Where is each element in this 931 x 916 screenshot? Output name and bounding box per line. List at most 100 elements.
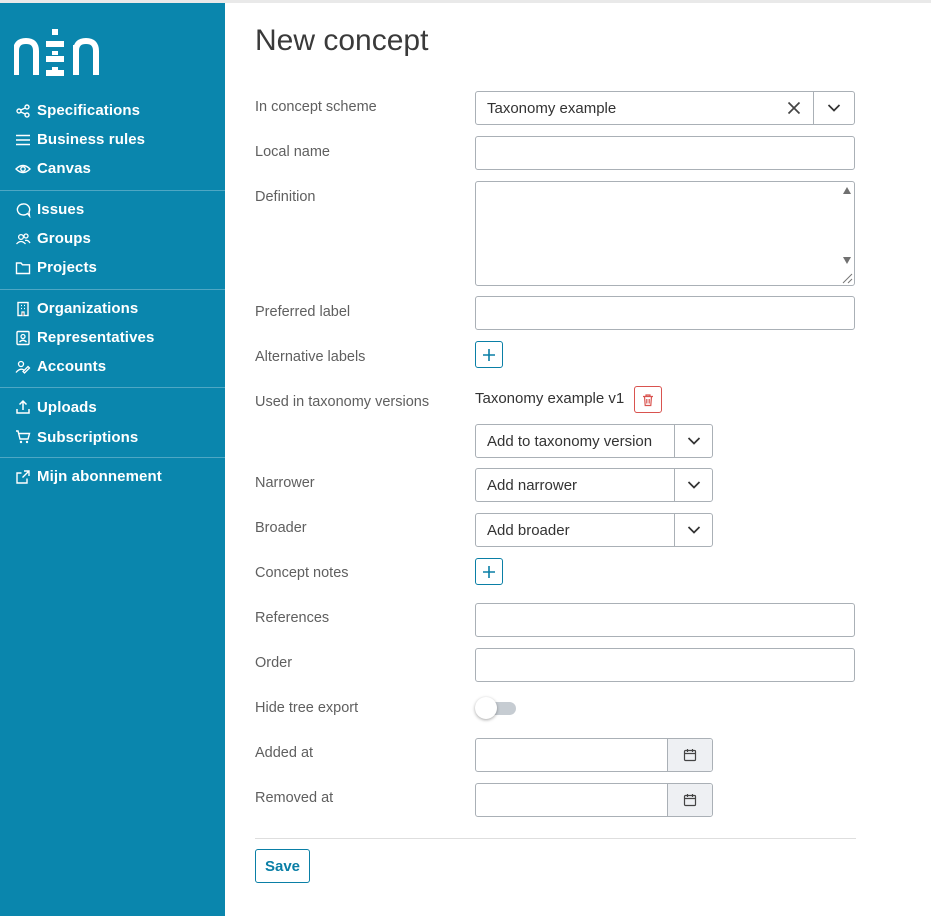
- used-in-versions-label: Used in taxonomy versions: [255, 394, 430, 410]
- clear-selection-button[interactable]: [775, 92, 813, 124]
- external-link-icon: [16, 469, 30, 484]
- added-at-label: Added at: [255, 745, 314, 761]
- removed-at-calendar-button[interactable]: [667, 784, 712, 816]
- plus-icon: [483, 565, 495, 578]
- nav-group-admin: Organizations Representatives Accounts: [0, 294, 225, 381]
- broader-label: Broader: [255, 520, 307, 536]
- removed-at-label: Removed at: [255, 790, 334, 806]
- toggle-knob: [475, 697, 497, 719]
- sidebar-item-label: Business rules: [37, 131, 146, 148]
- chevron-down-icon: [687, 481, 700, 489]
- upload-icon: [16, 399, 30, 414]
- save-button[interactable]: Save: [255, 849, 310, 883]
- preferred-label-input[interactable]: [475, 296, 855, 330]
- added-at-calendar-button[interactable]: [667, 739, 712, 771]
- local-name-input[interactable]: [475, 136, 855, 170]
- folder-icon: [15, 261, 31, 274]
- sidebar: Specifications Business rules Canvas Iss…: [0, 3, 225, 916]
- order-input[interactable]: [475, 648, 855, 682]
- chat-bubble-icon: [16, 202, 31, 218]
- taxonomy-version-item: Taxonomy example v1: [475, 390, 625, 407]
- add-narrower-placeholder: Add narrower: [487, 476, 578, 494]
- id-card-icon: [16, 330, 30, 345]
- nav-group-account: Mijn abonnement: [0, 462, 225, 491]
- scroll-up-arrow[interactable]: [843, 187, 851, 194]
- concept-notes-label: Concept notes: [255, 565, 349, 581]
- sidebar-divider: [0, 190, 225, 191]
- sidebar-item-subscriptions[interactable]: Subscriptions: [0, 422, 225, 452]
- removed-at-date-input[interactable]: [475, 783, 713, 817]
- sidebar-item-label: Organizations: [37, 300, 139, 317]
- resize-handle-icon[interactable]: [839, 270, 853, 284]
- concept-scheme-value: Taxonomy example: [487, 99, 617, 117]
- add-alternative-label-button[interactable]: [475, 341, 503, 368]
- add-broader-placeholder: Add broader: [487, 521, 570, 539]
- add-taxonomy-version-dropdown-toggle[interactable]: [675, 425, 712, 457]
- concept-scheme-select[interactable]: Taxonomy example: [475, 91, 855, 125]
- chevron-down-icon: [687, 526, 700, 534]
- sidebar-item-label: Canvas: [37, 160, 91, 177]
- hide-tree-export-label: Hide tree export: [255, 700, 359, 716]
- sidebar-item-label: Accounts: [37, 358, 107, 375]
- alternative-labels-label: Alternative labels: [255, 349, 366, 365]
- form-divider: [255, 838, 856, 839]
- add-concept-note-button[interactable]: [475, 558, 503, 585]
- trash-icon: [643, 393, 653, 406]
- scroll-down-arrow[interactable]: [843, 257, 851, 264]
- share-nodes-icon: [16, 103, 30, 118]
- chevron-down-icon: [687, 437, 700, 445]
- sidebar-item-organizations[interactable]: Organizations: [0, 294, 225, 323]
- nen-logo[interactable]: [14, 27, 104, 79]
- order-label: Order: [255, 655, 293, 671]
- nav-group-specs: Specifications Business rules Canvas: [0, 96, 225, 183]
- close-icon: [787, 101, 801, 115]
- sidebar-item-label: Uploads: [37, 398, 97, 416]
- sidebar-item-label: Groups: [37, 230, 91, 247]
- add-narrower-select[interactable]: Add narrower: [475, 468, 713, 502]
- page-title: New concept: [255, 24, 429, 57]
- add-narrower-dropdown-toggle[interactable]: [675, 469, 712, 501]
- definition-label: Definition: [255, 189, 316, 205]
- sidebar-item-label: Representatives: [37, 329, 155, 346]
- building-icon: [17, 301, 29, 316]
- user-edit-icon: [15, 360, 31, 374]
- calendar-icon: [683, 749, 697, 762]
- definition-textarea[interactable]: [475, 181, 855, 286]
- users-icon: [16, 232, 31, 244]
- sidebar-item-business-rules[interactable]: Business rules: [0, 125, 225, 154]
- concept-scheme-label: In concept scheme: [255, 99, 377, 115]
- sidebar-item-uploads[interactable]: Uploads: [0, 392, 225, 422]
- added-at-date-input[interactable]: [475, 738, 713, 772]
- hide-tree-export-toggle[interactable]: [475, 697, 517, 719]
- remove-taxonomy-version-button[interactable]: [634, 386, 662, 413]
- concept-scheme-dropdown-toggle[interactable]: [814, 92, 854, 124]
- narrower-label: Narrower: [255, 475, 315, 491]
- add-broader-dropdown-toggle[interactable]: [675, 514, 712, 546]
- list-icon: [16, 134, 30, 145]
- sidebar-item-label: Mijn abonnement: [37, 468, 162, 485]
- sidebar-divider: [0, 457, 225, 458]
- sidebar-item-specifications[interactable]: Specifications: [0, 96, 225, 125]
- sidebar-item-label: Subscriptions: [37, 428, 139, 446]
- plus-icon: [483, 348, 495, 361]
- add-broader-select[interactable]: Add broader: [475, 513, 713, 547]
- sidebar-item-issues[interactable]: Issues: [0, 195, 225, 224]
- sidebar-item-projects[interactable]: Projects: [0, 253, 225, 282]
- sidebar-item-canvas[interactable]: Canvas: [0, 154, 225, 183]
- sidebar-item-label: Specifications: [37, 102, 141, 119]
- sidebar-item-representatives[interactable]: Representatives: [0, 323, 225, 352]
- sidebar-item-label: Issues: [37, 201, 85, 218]
- references-label: References: [255, 610, 330, 626]
- add-taxonomy-version-select[interactable]: Add to taxonomy version: [475, 424, 713, 458]
- nav-group-work: Issues Groups Projects: [0, 195, 225, 282]
- calendar-icon: [683, 794, 697, 807]
- sidebar-item-accounts[interactable]: Accounts: [0, 352, 225, 381]
- sidebar-divider: [0, 387, 225, 388]
- add-taxonomy-version-placeholder: Add to taxonomy version: [487, 432, 653, 450]
- sidebar-item-mijn-abonnement[interactable]: Mijn abonnement: [0, 462, 225, 491]
- sidebar-item-groups[interactable]: Groups: [0, 224, 225, 253]
- preferred-label-label: Preferred label: [255, 304, 351, 320]
- references-input[interactable]: [475, 603, 855, 637]
- sidebar-divider: [0, 289, 225, 290]
- sidebar-item-label: Projects: [37, 259, 97, 276]
